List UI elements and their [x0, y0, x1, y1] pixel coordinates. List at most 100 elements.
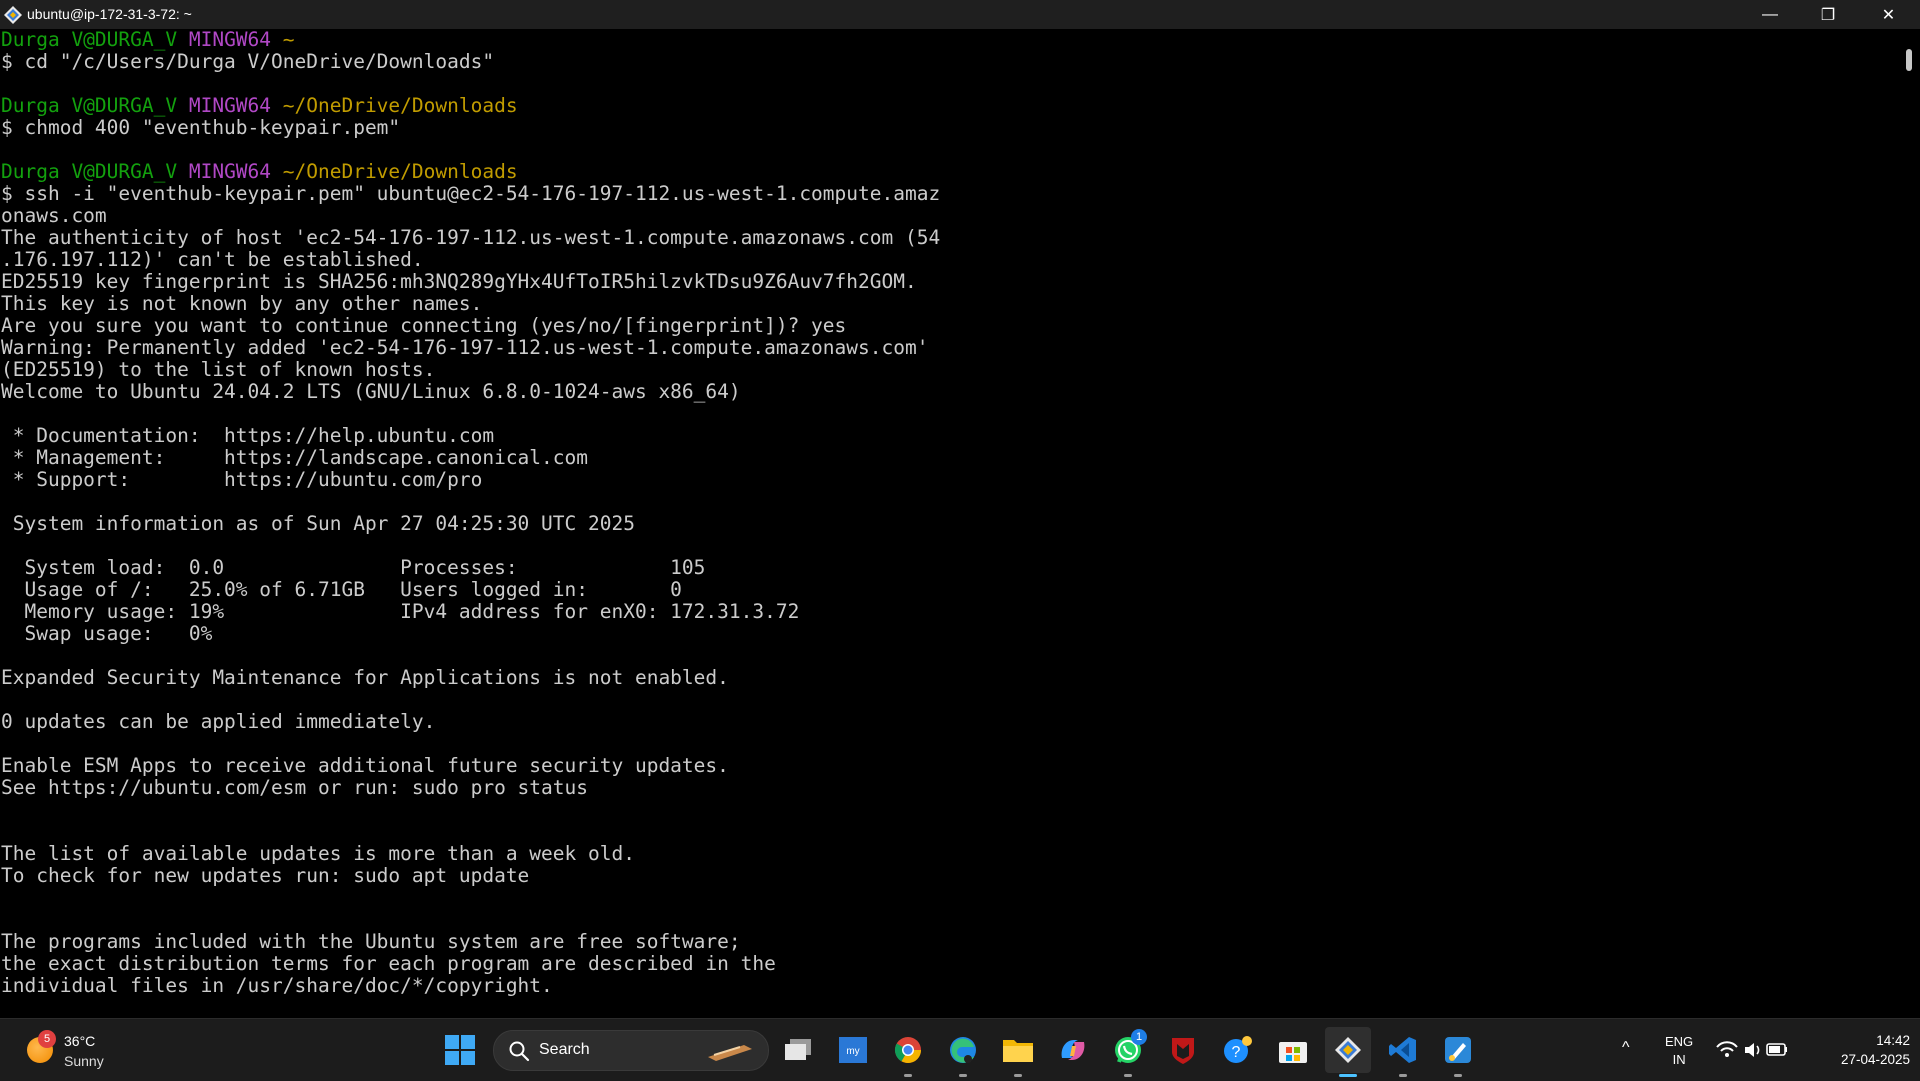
terminal-text-segment: Enable ESM Apps to receive additional fu… [1, 754, 729, 777]
terminal-line: $ cd "/c/Users/Durga V/OneDrive/Download… [1, 51, 940, 73]
chrome-icon[interactable] [885, 1027, 931, 1077]
running-indicator [1014, 1074, 1022, 1077]
terminal-line: (ED25519) to the list of known hosts. [1, 359, 940, 381]
edge-icon[interactable] [940, 1027, 986, 1077]
git-bash-taskbar-icon[interactable] [1325, 1027, 1371, 1077]
terminal-text-segment: 0 updates can be applied immediately. [1, 710, 436, 733]
terminal-line: the exact distribution terms for each pr… [1, 953, 940, 975]
weather-temperature: 36°C [64, 1033, 96, 1049]
terminal-text-segment: (ED25519) to the list of known hosts. [1, 358, 436, 381]
terminal-text-segment: ~/OneDrive/Downloads [282, 94, 518, 117]
terminal-line: Memory usage: 19% IPv4 address for enX0:… [1, 601, 940, 623]
terminal-line: Durga V@DURGA_V MINGW64 ~ [1, 29, 940, 51]
paint-icon[interactable] [1435, 1027, 1481, 1077]
input-language[interactable]: ENG IN [1665, 1033, 1693, 1069]
terminal-text-segment: Are you sure you want to continue connec… [1, 314, 847, 337]
terminal-text-segment: The list of available updates is more th… [1, 842, 635, 865]
terminal-text-segment: * Support: https://ubuntu.com/pro [1, 468, 483, 491]
vscode-icon[interactable] [1380, 1027, 1426, 1077]
start-button[interactable] [443, 1033, 477, 1067]
terminal-line: Expanded Security Maintenance for Applic… [1, 667, 940, 689]
file-explorer-icon[interactable] [995, 1027, 1041, 1077]
weather-badge: 5 [38, 1030, 56, 1048]
terminal-line: This key is not known by any other names… [1, 293, 940, 315]
terminal-text-segment: $ cd "/c/Users/Durga V/OneDrive/Download… [1, 50, 495, 73]
terminal-text-segment: The authenticity of host 'ec2-54-176-197… [1, 226, 941, 249]
terminal-text-segment: * Management: https://landscape.canonica… [1, 446, 588, 469]
search-highlight-icon [708, 1045, 752, 1061]
git-bash-icon [4, 6, 22, 24]
microsoft-store-icon[interactable] [1270, 1027, 1316, 1073]
weather-condition: Sunny [64, 1053, 104, 1069]
running-indicator [1399, 1074, 1407, 1077]
window-titlebar[interactable]: ubuntu@ip-172-31-3-72: ~ — ❐ ✕ [0, 0, 1920, 29]
task-view-icon[interactable] [775, 1027, 821, 1073]
terminal-line: See https://ubuntu.com/esm or run: sudo … [1, 777, 940, 799]
whatsapp-icon[interactable]: 1 [1105, 1027, 1151, 1077]
terminal-line: .176.197.112)' can't be established. [1, 249, 940, 271]
terminal-line: The authenticity of host 'ec2-54-176-197… [1, 227, 940, 249]
terminal-text-segment: onaws.com [1, 204, 107, 227]
terminal-line: System information as of Sun Apr 27 04:2… [1, 513, 940, 535]
battery-icon [1766, 1043, 1787, 1056]
terminal-text-segment: MINGW64 [188, 160, 283, 183]
taskbar-clock[interactable]: 14:42 27-04-2025 [1810, 1031, 1910, 1069]
show-hidden-icons-chevron-icon[interactable]: ^ [1622, 1039, 1630, 1057]
terminal-line: $ chmod 400 "eventhub-keypair.pem" [1, 117, 940, 139]
terminal-line: * Management: https://landscape.canonica… [1, 447, 940, 469]
running-indicator [1454, 1074, 1462, 1077]
svg-text:?: ? [1232, 1044, 1241, 1061]
terminal-line: To check for new updates run: sudo apt u… [1, 865, 940, 887]
terminal-text-segment: Durga V@DURGA_V [1, 29, 189, 51]
terminal-line: onaws.com [1, 205, 940, 227]
terminal-text-segment: Memory usage: 19% IPv4 address for enX0:… [1, 600, 800, 623]
terminal-text-segment: MINGW64 [188, 29, 283, 51]
terminal-line: Durga V@DURGA_V MINGW64 ~/OneDrive/Downl… [1, 161, 940, 183]
terminal-line: Enable ESM Apps to receive additional fu… [1, 755, 940, 777]
get-help-icon[interactable]: ? [1215, 1027, 1261, 1073]
terminal-text-segment: ~/OneDrive/Downloads [282, 160, 518, 183]
terminal-scrollbar[interactable] [1900, 29, 1920, 1018]
weather-widget[interactable]: 5 36°C Sunny [22, 1029, 142, 1073]
running-indicator [904, 1074, 912, 1077]
close-button[interactable]: ✕ [1857, 0, 1920, 29]
clock-date: 27-04-2025 [1840, 1052, 1910, 1067]
terminal-text: Durga V@DURGA_V MINGW64 ~ $ cd "/c/Users/… [1, 29, 940, 997]
terminal-text-segment: Warning: Permanently added 'ec2-54-176-1… [1, 336, 929, 359]
terminal-text-segment: Usage of /: 25.0% of 6.71GB Users logged… [1, 578, 682, 601]
minimize-button[interactable]: — [1741, 0, 1799, 29]
region-code: IN [1672, 1052, 1686, 1067]
restore-button[interactable]: ❐ [1799, 0, 1857, 29]
system-tray-status[interactable] [1715, 1038, 1790, 1062]
terminal-line: Swap usage: 0% [1, 623, 940, 645]
terminal-line: The list of available updates is more th… [1, 843, 940, 865]
running-indicator [959, 1074, 967, 1077]
search-icon [509, 1041, 530, 1062]
terminal-line: Warning: Permanently added 'ec2-54-176-1… [1, 337, 940, 359]
terminal-text-segment: See https://ubuntu.com/esm or run: sudo … [1, 776, 588, 799]
terminal-line: System load: 0.0 Processes: 105 [1, 557, 940, 579]
search-label: Search [539, 1041, 590, 1058]
terminal-text-segment: MINGW64 [188, 94, 283, 117]
mylic-app-icon[interactable]: my [830, 1027, 876, 1073]
terminal-text-segment: System information as of Sun Apr 27 04:2… [1, 512, 635, 535]
terminal-output[interactable]: Durga V@DURGA_V MINGW64 ~ $ cd "/c/Users/… [0, 29, 1900, 1018]
terminal-line: Welcome to Ubuntu 24.04.2 LTS (GNU/Linux… [1, 381, 940, 403]
copilot-icon[interactable] [1050, 1027, 1096, 1073]
notification-badge: 1 [1131, 1029, 1147, 1045]
taskbar-search[interactable]: Search [493, 1030, 769, 1071]
terminal-text-segment: ED25519 key fingerprint is SHA256:mh3NQ2… [1, 270, 917, 293]
mcafee-icon[interactable] [1160, 1027, 1206, 1073]
terminal-text-segment: Welcome to Ubuntu 24.04.2 LTS (GNU/Linux… [1, 380, 741, 403]
terminal-line: Are you sure you want to continue connec… [1, 315, 940, 337]
scrollbar-thumb[interactable] [1906, 49, 1912, 71]
terminal-text-segment: Expanded Security Maintenance for Applic… [1, 666, 729, 689]
